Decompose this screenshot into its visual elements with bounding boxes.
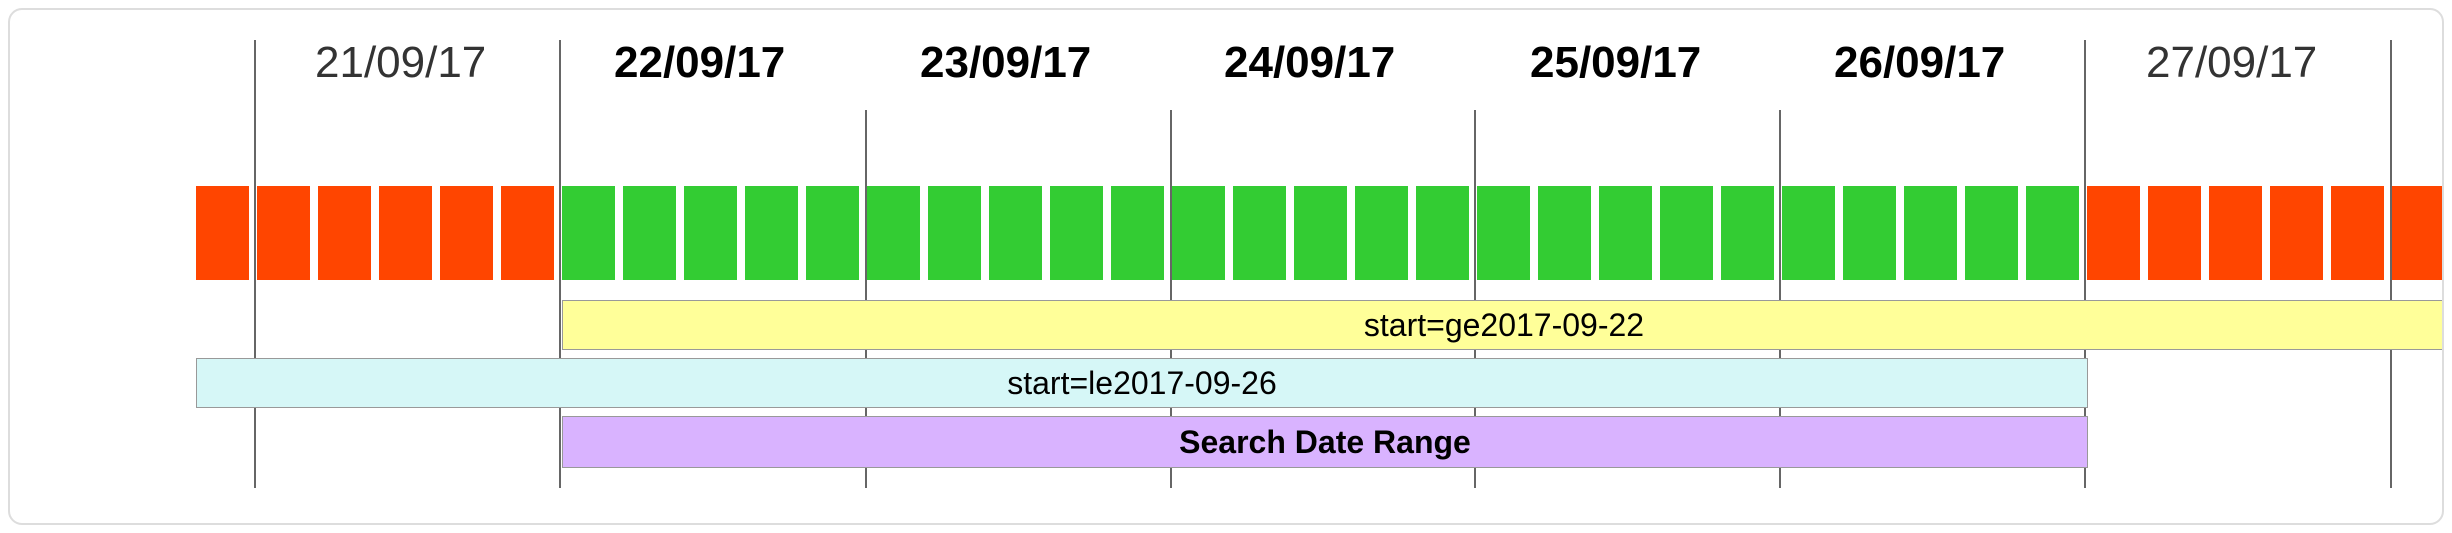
timeline-diagram: 21/09/17 22/09/17 23/09/17 24/09/17 25/0…: [8, 8, 2444, 525]
slot-blocks-row: [196, 186, 2444, 280]
slot-out-of-range: [440, 186, 493, 280]
date-label: 22/09/17: [614, 38, 785, 88]
slot-out-of-range: [501, 186, 554, 280]
slot-in-range: [1050, 186, 1103, 280]
slot-in-range: [867, 186, 920, 280]
slot-in-range: [1538, 186, 1591, 280]
slot-out-of-range: [2148, 186, 2201, 280]
bar-label: start=ge2017-09-22: [1364, 307, 1644, 344]
slot-in-range: [684, 186, 737, 280]
bar-label: start=le2017-09-26: [1007, 365, 1277, 402]
slot-in-range: [623, 186, 676, 280]
slot-in-range: [1111, 186, 1164, 280]
slot-in-range: [1660, 186, 1713, 280]
slot-in-range: [1782, 186, 1835, 280]
date-label: 23/09/17: [920, 38, 1091, 88]
bar-search-range: Search Date Range: [562, 416, 2088, 468]
date-label: 24/09/17: [1224, 38, 1395, 88]
slot-in-range: [1355, 186, 1408, 280]
slot-in-range: [1843, 186, 1896, 280]
slot-in-range: [2026, 186, 2079, 280]
slot-in-range: [1172, 186, 1225, 280]
slot-in-range: [1294, 186, 1347, 280]
slot-in-range: [1416, 186, 1469, 280]
slot-out-of-range: [379, 186, 432, 280]
date-label: 25/09/17: [1530, 38, 1701, 88]
bar-start-le: start=le2017-09-26: [196, 358, 2088, 408]
bar-label: Search Date Range: [1179, 424, 1471, 461]
slot-in-range: [1477, 186, 1530, 280]
slot-in-range: [1721, 186, 1774, 280]
slot-in-range: [562, 186, 615, 280]
slot-out-of-range: [2209, 186, 2262, 280]
date-label: 21/09/17: [315, 38, 486, 88]
date-label: 27/09/17: [2146, 38, 2317, 88]
slot-out-of-range: [2331, 186, 2384, 280]
slot-out-of-range: [2392, 186, 2444, 280]
slot-out-of-range: [196, 186, 249, 280]
slot-out-of-range: [2270, 186, 2323, 280]
slot-in-range: [989, 186, 1042, 280]
bar-start-ge: start=ge2017-09-22: [562, 300, 2444, 350]
slot-out-of-range: [318, 186, 371, 280]
slot-in-range: [1233, 186, 1286, 280]
slot-in-range: [928, 186, 981, 280]
slot-in-range: [806, 186, 859, 280]
slot-out-of-range: [257, 186, 310, 280]
date-label: 26/09/17: [1834, 38, 2005, 88]
slot-in-range: [1599, 186, 1652, 280]
slot-out-of-range: [2087, 186, 2140, 280]
slot-in-range: [1904, 186, 1957, 280]
slot-in-range: [745, 186, 798, 280]
slot-in-range: [1965, 186, 2018, 280]
